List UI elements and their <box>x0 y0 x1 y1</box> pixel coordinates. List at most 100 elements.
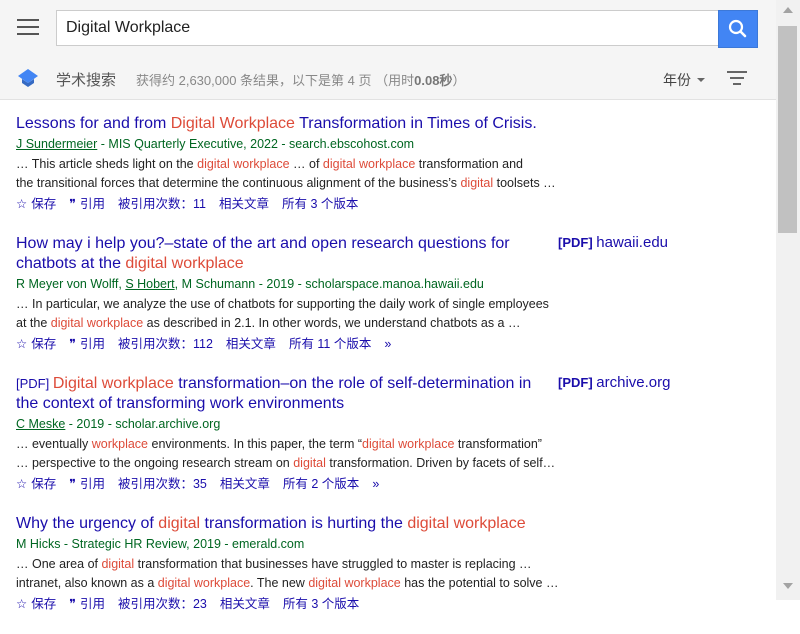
result-snippet: … One area of digital transformation tha… <box>16 555 756 593</box>
result-actions: ☆ 保存 ❞ 引用 被引用次数：35 相关文章 所有 2 个版本 » <box>16 475 756 493</box>
pdf-source: archive.org <box>596 374 671 391</box>
meta-text: - 2019 - scholar.archive.org <box>65 417 221 431</box>
result-meta: R Meyer von Wolff, S Hobert, M Schumann … <box>16 275 756 293</box>
result-snippet: … This article sheds light on the digita… <box>16 155 756 193</box>
save-label: 保存 <box>31 337 57 351</box>
author-name[interactable]: J Sundermeier <box>16 137 97 151</box>
scrollbar-thumb[interactable] <box>778 26 797 233</box>
cite-label: 引用 <box>79 477 105 491</box>
title-text: transformation is hurting the <box>200 515 408 532</box>
search-button[interactable] <box>718 10 758 48</box>
highlight-term: workplace <box>91 437 149 451</box>
chevron-down-icon <box>697 78 705 82</box>
scroll-up-arrow-icon[interactable] <box>783 7 793 13</box>
result-title-link[interactable]: How may i help you?–state of the art and… <box>16 234 546 274</box>
author-name[interactable]: S Hobert <box>125 277 174 291</box>
highlight-term: digital workplace <box>322 157 416 171</box>
title-text: Transformation in Times of Crisis. <box>294 115 537 132</box>
result-actions: ☆ 保存 ❞ 引用 被引用次数：112 相关文章 所有 11 个版本 » <box>16 335 756 353</box>
star-icon: ☆ <box>16 477 28 491</box>
brand-label[interactable]: 学术搜索 <box>56 69 116 90</box>
pdf-tag: [PDF] <box>558 235 597 250</box>
result-actions: ☆ 保存 ❞ 引用 被引用次数：23 相关文章 所有 3 个版本 <box>16 595 756 613</box>
result-stats: 获得约 2,630,000 条结果，以下是第 4 页 （用时0.08秒） <box>136 73 466 88</box>
result-meta: M Hicks - Strategic HR Review, 2019 - em… <box>16 535 756 553</box>
search-input[interactable] <box>57 11 706 45</box>
highlight-term: digital workplace <box>362 437 455 451</box>
star-icon: ☆ <box>16 197 28 211</box>
snippet-text: transformation. Driven by facets of self… <box>325 456 556 470</box>
search-box[interactable] <box>56 10 718 46</box>
related-articles-link[interactable]: 相关文章 <box>219 197 269 211</box>
cite-button[interactable]: ❞ 引用 <box>69 337 105 351</box>
snippet-text: … In particular, we analyze the use of c… <box>16 297 549 311</box>
cite-button[interactable]: ❞ 引用 <box>69 477 105 491</box>
cite-label: 引用 <box>79 197 105 211</box>
cited-by-link[interactable]: 被引用次数：112 <box>118 337 213 351</box>
pdf-source-link[interactable]: [PDF] archive.org <box>558 374 670 391</box>
snippet-text: … This article sheds light on the <box>16 157 198 171</box>
result-title-link[interactable]: Lessons for and from Digital Workplace T… <box>16 114 546 134</box>
more-chevron-icon[interactable]: » <box>384 337 391 351</box>
save-button[interactable]: ☆ 保存 <box>16 597 56 611</box>
result-meta: C Meske - 2019 - scholar.archive.org <box>16 415 756 433</box>
menu-icon[interactable] <box>17 19 39 39</box>
scrollbar[interactable] <box>776 0 800 600</box>
all-versions-link[interactable]: 所有 11 个版本 <box>289 337 371 351</box>
highlight-term: digital workplace <box>157 576 251 590</box>
result-title-link[interactable]: Why the urgency of digital transformatio… <box>16 514 546 534</box>
save-button[interactable]: ☆ 保存 <box>16 337 56 351</box>
cited-by-link[interactable]: 被引用次数：23 <box>118 597 207 611</box>
search-result: Why the urgency of digital transformatio… <box>16 514 756 613</box>
meta-text: - 2019 - scholarspace.manoa.hawaii.edu <box>255 277 484 291</box>
snippet-text: has the potential to solve … <box>400 576 559 590</box>
scholar-logo-icon[interactable] <box>17 68 39 88</box>
more-chevron-icon[interactable]: » <box>372 477 379 491</box>
highlight-term: digital <box>158 515 201 532</box>
highlight-term: Digital Workplace <box>170 115 295 132</box>
snippet-text: … of <box>289 157 323 171</box>
scroll-down-arrow-icon[interactable] <box>783 583 793 589</box>
quote-icon: ❞ <box>69 337 76 351</box>
save-label: 保存 <box>31 597 57 611</box>
pdf-source-link[interactable]: [PDF] hawaii.edu <box>558 234 668 251</box>
title-text: Why the urgency of <box>16 515 159 532</box>
all-versions-link[interactable]: 所有 3 个版本 <box>283 597 359 611</box>
all-versions-link[interactable]: 所有 3 个版本 <box>282 197 358 211</box>
snippet-text: the transitional forces that determine t… <box>16 176 461 190</box>
snippet-text: … perspective to the ongoing research st… <box>16 456 294 470</box>
save-button[interactable]: ☆ 保存 <box>16 197 56 211</box>
quote-icon: ❞ <box>69 597 76 611</box>
related-articles-link[interactable]: 相关文章 <box>220 597 270 611</box>
pdf-source: hawaii.edu <box>596 234 668 251</box>
save-label: 保存 <box>31 477 57 491</box>
all-versions-link[interactable]: 所有 2 个版本 <box>283 477 359 491</box>
save-button[interactable]: ☆ 保存 <box>16 477 56 491</box>
related-articles-link[interactable]: 相关文章 <box>220 477 270 491</box>
result-snippet: … eventually workplace environments. In … <box>16 435 756 473</box>
cite-label: 引用 <box>79 597 105 611</box>
top-bar <box>0 0 776 58</box>
year-filter[interactable]: 年份 <box>663 70 705 90</box>
snippet-text: intranet, also known as a <box>16 576 158 590</box>
snippet-text: transformation that businesses have stru… <box>134 557 532 571</box>
cited-by-link[interactable]: 被引用次数：11 <box>118 197 206 211</box>
highlight-term: digital <box>293 456 326 470</box>
search-result: How may i help you?–state of the art and… <box>16 234 756 353</box>
author-name[interactable]: C Meske <box>16 417 65 431</box>
filter-icon[interactable] <box>727 71 747 85</box>
related-articles-link[interactable]: 相关文章 <box>226 337 276 351</box>
author-sep: , <box>174 277 182 291</box>
snippet-text: transformation and <box>415 157 524 171</box>
snippet-text: … One area of <box>16 557 102 571</box>
cite-button[interactable]: ❞ 引用 <box>69 597 105 611</box>
snippet-text: as described in 2.1. In other words, we … <box>143 316 521 330</box>
cite-button[interactable]: ❞ 引用 <box>69 197 105 211</box>
author-name: M Schumann <box>181 277 256 291</box>
snippet-text: . The new <box>250 576 309 590</box>
highlight-term: digital <box>460 176 494 190</box>
cited-by-link[interactable]: 被引用次数：35 <box>118 477 207 491</box>
cite-label: 引用 <box>79 337 105 351</box>
pdf-tag: [PDF] <box>16 376 53 391</box>
result-title-link[interactable]: [PDF] Digital workplace transformation–o… <box>16 374 546 414</box>
